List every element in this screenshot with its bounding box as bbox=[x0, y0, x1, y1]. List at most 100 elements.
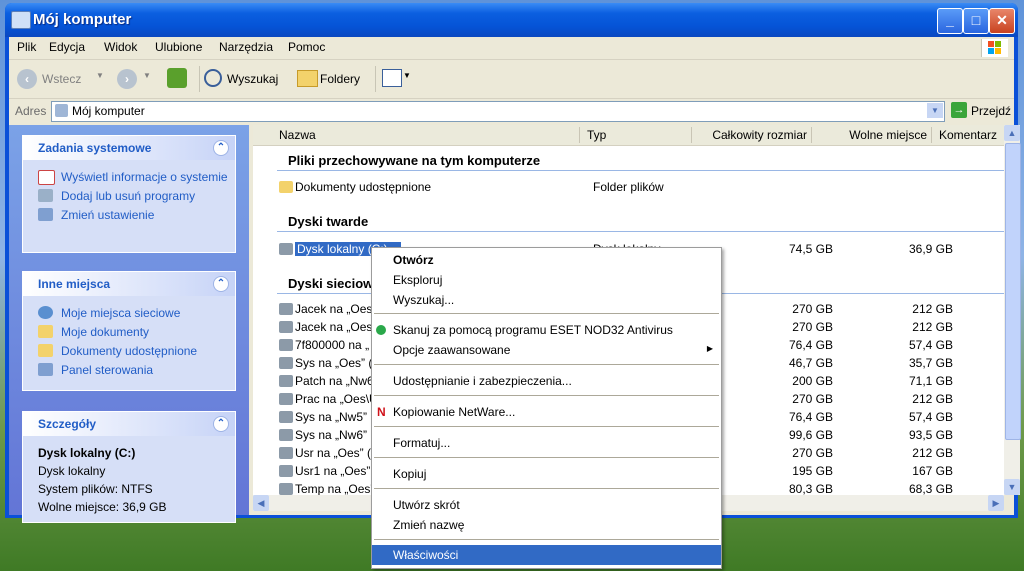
menu-edycja[interactable]: Edycja bbox=[49, 40, 85, 54]
menu-item-format[interactable]: Formatuj... bbox=[372, 433, 721, 453]
column-total-size[interactable]: Całkowity rozmiar bbox=[699, 128, 807, 142]
address-label: Adres bbox=[15, 104, 47, 118]
menu-item-label: Zmień nazwę bbox=[393, 518, 465, 532]
list-item[interactable]: Dokumenty udostępnione Folder plików bbox=[279, 179, 1019, 197]
scroll-left-icon[interactable]: ◀ bbox=[253, 495, 269, 511]
column-name[interactable]: Nazwa bbox=[279, 128, 316, 142]
item-free-space: 212 GB bbox=[912, 446, 953, 460]
menu-item-rename[interactable]: Zmień nazwę bbox=[372, 515, 721, 535]
scroll-thumb[interactable] bbox=[1005, 143, 1021, 440]
address-bar: Adres Mój komputer ▼ → Przejdź bbox=[9, 99, 1014, 123]
menu-item-advanced-options[interactable]: Opcje zaawansowane ▶ bbox=[372, 340, 721, 360]
menu-separator bbox=[374, 457, 719, 458]
address-field[interactable]: Mój komputer ▼ bbox=[51, 101, 945, 122]
details-header[interactable]: Szczegóły ⌃ bbox=[23, 412, 235, 436]
item-name: 7f800000 na „ bbox=[295, 338, 370, 352]
item-free-space: 35,7 GB bbox=[908, 356, 953, 370]
column-headers: Nazwa Typ Całkowity rozmiar Wolne miejsc… bbox=[253, 125, 1004, 146]
scroll-right-icon[interactable]: ▶ bbox=[988, 495, 1004, 511]
go-arrow-icon[interactable]: → bbox=[951, 102, 967, 118]
item-free-space: 68,3 GB bbox=[908, 482, 953, 496]
group-header-hard-drives: Dyski twarde bbox=[288, 214, 369, 229]
views-dropdown-icon[interactable]: ▼ bbox=[403, 71, 411, 80]
item-free-space: 71,1 GB bbox=[908, 374, 953, 388]
collapse-chevron-icon[interactable]: ⌃ bbox=[213, 416, 229, 432]
network-drive-icon bbox=[279, 321, 293, 333]
menu-item-properties[interactable]: Właściwości bbox=[372, 545, 721, 565]
go-button[interactable]: Przejdź bbox=[971, 104, 1011, 118]
column-comment[interactable]: Komentarz bbox=[939, 128, 1004, 142]
submenu-arrow-icon: ▶ bbox=[706, 344, 713, 353]
column-separator[interactable] bbox=[811, 127, 812, 143]
folder-icon bbox=[38, 325, 53, 338]
menu-item-copy[interactable]: Kopiuj bbox=[372, 464, 721, 484]
vertical-scrollbar[interactable]: ▲ ▼ bbox=[1004, 125, 1021, 495]
menu-item-explore[interactable]: Eksploruj bbox=[372, 270, 721, 290]
menu-narzedzia[interactable]: Narzędzia bbox=[219, 40, 273, 54]
maximize-button[interactable]: □ bbox=[963, 8, 989, 34]
back-dropdown-icon[interactable]: ▼ bbox=[96, 71, 104, 80]
item-type: Folder plików bbox=[593, 180, 664, 194]
menu-item-sharing-security[interactable]: Udostępnianie i zabezpieczenia... bbox=[372, 371, 721, 391]
folders-icon[interactable] bbox=[297, 70, 318, 87]
item-total-size: 270 GB bbox=[792, 392, 833, 406]
menu-pomoc[interactable]: Pomoc bbox=[288, 40, 325, 54]
menu-separator bbox=[374, 364, 719, 365]
menu-plik[interactable]: Plik bbox=[17, 40, 36, 54]
search-icon[interactable] bbox=[204, 69, 222, 87]
column-separator[interactable] bbox=[931, 127, 932, 143]
views-icon[interactable] bbox=[382, 69, 402, 87]
forward-dropdown-icon[interactable]: ▼ bbox=[143, 71, 151, 80]
place-network[interactable]: Moje miejsca sieciowe bbox=[23, 304, 235, 323]
network-drive-icon bbox=[279, 393, 293, 405]
menu-item-create-shortcut[interactable]: Utwórz skrót bbox=[372, 495, 721, 515]
menu-item-scan-nod32[interactable]: Skanuj za pomocą programu ESET NOD32 Ant… bbox=[372, 320, 721, 340]
place-my-documents[interactable]: Moje dokumenty bbox=[23, 323, 235, 342]
task-label: Zmień ustawienie bbox=[61, 208, 155, 222]
menu-ulubione[interactable]: Ulubione bbox=[155, 40, 202, 54]
place-control-panel[interactable]: Panel sterowania bbox=[23, 361, 235, 380]
other-places-title: Inne miejsca bbox=[38, 277, 111, 291]
close-button[interactable]: ✕ bbox=[989, 8, 1015, 34]
other-places-header[interactable]: Inne miejsca ⌃ bbox=[23, 272, 235, 296]
menu-item-search[interactable]: Wyszukaj... bbox=[372, 290, 721, 310]
toolbar-separator bbox=[375, 66, 376, 92]
network-drive-icon bbox=[279, 357, 293, 369]
collapse-chevron-icon[interactable]: ⌃ bbox=[213, 276, 229, 292]
computer-icon bbox=[55, 104, 68, 117]
scroll-down-icon[interactable]: ▼ bbox=[1004, 479, 1020, 495]
column-separator[interactable] bbox=[691, 127, 692, 143]
menu-widok[interactable]: Widok bbox=[104, 40, 137, 54]
network-drive-icon bbox=[279, 303, 293, 315]
search-button[interactable]: Wyszukaj bbox=[227, 72, 278, 86]
network-drive-icon bbox=[279, 429, 293, 441]
task-change-setting[interactable]: Zmień ustawienie bbox=[23, 206, 235, 225]
system-tasks-header[interactable]: Zadania systemowe ⌃ bbox=[23, 136, 235, 160]
folders-button[interactable]: Foldery bbox=[320, 72, 360, 86]
menu-item-netware-copy[interactable]: N Kopiowanie NetWare... bbox=[372, 402, 721, 422]
item-total-size: 195 GB bbox=[792, 464, 833, 478]
column-separator[interactable] bbox=[579, 127, 580, 143]
hard-drive-icon bbox=[279, 243, 293, 255]
item-total-size: 270 GB bbox=[792, 446, 833, 460]
forward-arrow-icon[interactable]: › bbox=[117, 69, 137, 89]
task-add-remove-programs[interactable]: Dodaj lub usuń programy bbox=[23, 187, 235, 206]
menu-item-open[interactable]: Otwórz bbox=[372, 250, 721, 270]
title-bar[interactable]: Mój komputer _ □ ✕ bbox=[5, 3, 1018, 37]
folder-up-icon[interactable] bbox=[167, 68, 187, 88]
task-view-system-info[interactable]: Wyświetl informacje o systemie bbox=[23, 168, 235, 187]
item-total-size: 74,5 GB bbox=[788, 242, 833, 256]
address-dropdown-icon[interactable]: ▼ bbox=[927, 103, 943, 118]
menu-item-label: Formatuj... bbox=[393, 436, 451, 450]
column-type[interactable]: Typ bbox=[587, 128, 606, 142]
back-button[interactable]: Wstecz bbox=[42, 72, 81, 86]
item-total-size: 80,3 GB bbox=[788, 482, 833, 496]
collapse-chevron-icon[interactable]: ⌃ bbox=[213, 140, 229, 156]
scroll-up-icon[interactable]: ▲ bbox=[1004, 125, 1020, 141]
place-shared-documents[interactable]: Dokumenty udostępnione bbox=[23, 342, 235, 361]
details-type: Dysk lokalny bbox=[38, 464, 106, 478]
column-free-space[interactable]: Wolne miejsce bbox=[819, 128, 927, 142]
minimize-button[interactable]: _ bbox=[937, 8, 963, 34]
netware-icon: N bbox=[377, 405, 386, 419]
back-arrow-icon[interactable]: ‹ bbox=[17, 69, 37, 89]
